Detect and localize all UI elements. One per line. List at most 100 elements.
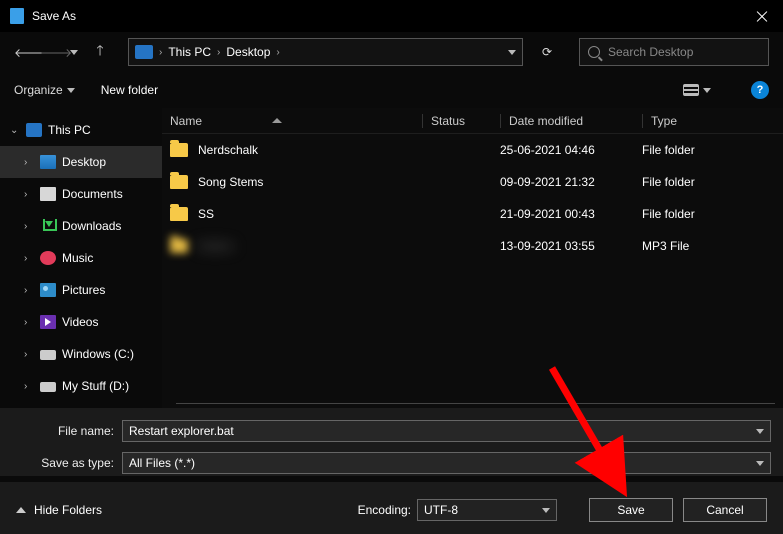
sidebar-item-videos[interactable]: › Videos	[0, 306, 162, 338]
forward-button[interactable]: 🡒	[40, 45, 56, 60]
file-name-input[interactable]: Restart explorer.bat	[122, 420, 771, 442]
table-row[interactable]: Song Stems 09-09-2021 21:32 File folder	[162, 166, 783, 198]
file-name-label: File name:	[12, 424, 122, 438]
column-header-status[interactable]: Status	[422, 114, 500, 128]
folder-icon	[170, 175, 188, 189]
footer: Hide Folders Encoding: UTF-8 Save Cancel	[0, 482, 783, 534]
save-button[interactable]: Save	[589, 498, 673, 522]
videos-icon	[40, 315, 56, 329]
list-view-icon	[683, 84, 699, 96]
chevron-down-icon[interactable]	[756, 461, 764, 466]
desktop-icon	[40, 155, 56, 169]
table-row[interactable]: SS 21-09-2021 00:43 File folder	[162, 198, 783, 230]
file-date: 21-09-2021 00:43	[500, 207, 642, 221]
chevron-right-icon[interactable]: ›	[24, 157, 34, 168]
chevron-right-icon[interactable]: ›	[24, 221, 34, 232]
window-title: Save As	[32, 9, 755, 23]
file-name: hidden	[198, 239, 422, 253]
drive-icon	[40, 350, 56, 360]
sidebar-item-documents[interactable]: › Documents	[0, 178, 162, 210]
chevron-right-icon[interactable]: ›	[24, 189, 34, 200]
encoding-label: Encoding:	[358, 503, 411, 517]
column-header-date[interactable]: Date modified	[500, 114, 642, 128]
view-options-button[interactable]	[683, 84, 711, 96]
hide-folders-label: Hide Folders	[34, 503, 102, 517]
refresh-button[interactable]: ⟳	[533, 45, 561, 59]
chevron-right-icon[interactable]: ›	[24, 349, 34, 360]
drive-icon	[40, 382, 56, 392]
file-type: File folder	[642, 143, 783, 157]
up-button[interactable]: 🡑	[92, 40, 108, 64]
hide-folders-button[interactable]: Hide Folders	[16, 503, 102, 517]
pc-icon	[26, 123, 42, 137]
sidebar-item-label: Documents	[62, 187, 123, 201]
divider	[176, 403, 775, 404]
document-icon	[40, 187, 56, 201]
sidebar-item-pictures[interactable]: › Pictures	[0, 274, 162, 306]
back-button[interactable]: 🡐	[14, 45, 30, 60]
save-as-type-value: All Files (*.*)	[129, 456, 195, 470]
save-as-type-label: Save as type:	[12, 456, 122, 470]
sidebar-item-music[interactable]: › Music	[0, 242, 162, 274]
column-header-name[interactable]: Name	[170, 114, 422, 128]
pc-icon	[135, 45, 153, 59]
file-name: Nerdschalk	[198, 143, 422, 157]
address-bar[interactable]: › This PC › Desktop ›	[128, 38, 523, 66]
sidebar-item-label: Pictures	[62, 283, 105, 297]
chevron-down-icon	[542, 508, 550, 513]
column-headers: Name Status Date modified Type	[162, 108, 783, 134]
breadcrumb-desktop[interactable]: Desktop	[226, 45, 270, 59]
file-name-value: Restart explorer.bat	[129, 424, 234, 438]
organize-label: Organize	[14, 83, 63, 97]
chevron-down-icon[interactable]	[508, 50, 516, 55]
file-type: MP3 File	[642, 239, 783, 253]
column-label: Name	[170, 114, 202, 128]
sidebar-item-label: Windows (C:)	[62, 347, 134, 361]
chevron-right-icon[interactable]: ›	[24, 285, 34, 296]
search-icon	[588, 46, 600, 58]
sidebar-item-drive-d[interactable]: › My Stuff (D:)	[0, 370, 162, 402]
chevron-down-icon[interactable]: ⌄	[10, 125, 20, 136]
close-icon[interactable]	[755, 9, 769, 23]
file-type: File folder	[642, 175, 783, 189]
folder-icon	[170, 143, 188, 157]
file-date: 09-09-2021 21:32	[500, 175, 642, 189]
sidebar-item-label: Videos	[62, 315, 98, 329]
file-pane: Name Status Date modified Type Nerdschal…	[162, 108, 783, 408]
dialog-body: ⌄ This PC › Desktop › Documents › Downlo…	[0, 108, 783, 408]
search-input[interactable]: Search Desktop	[579, 38, 769, 66]
download-icon	[40, 219, 56, 233]
chevron-right-icon[interactable]: ›	[24, 317, 34, 328]
table-row[interactable]: Nerdschalk 25-06-2021 04:46 File folder	[162, 134, 783, 166]
sidebar-item-downloads[interactable]: › Downloads	[0, 210, 162, 242]
sidebar-item-label: This PC	[48, 123, 91, 137]
nav-bar: 🡐 🡒 🡑 › This PC › Desktop › ⟳ Search Des…	[0, 32, 783, 72]
file-name: Song Stems	[198, 175, 422, 189]
recent-locations-button[interactable]	[66, 45, 82, 59]
help-button[interactable]: ?	[751, 81, 769, 99]
chevron-down-icon[interactable]	[756, 429, 764, 434]
table-row[interactable]: hidden 13-09-2021 03:55 MP3 File	[162, 230, 783, 262]
encoding-value: UTF-8	[424, 503, 458, 517]
sidebar-item-label: Downloads	[62, 219, 121, 233]
chevron-right-icon[interactable]: ›	[24, 381, 34, 392]
sidebar-item-desktop[interactable]: › Desktop	[0, 146, 162, 178]
chevron-up-icon	[16, 507, 26, 513]
file-date: 25-06-2021 04:46	[500, 143, 642, 157]
chevron-down-icon	[703, 88, 711, 93]
breadcrumb-this-pc[interactable]: This PC	[168, 45, 211, 59]
sort-ascending-icon	[272, 118, 282, 123]
cancel-button[interactable]: Cancel	[683, 498, 767, 522]
column-header-type[interactable]: Type	[642, 114, 783, 128]
save-as-type-select[interactable]: All Files (*.*)	[122, 452, 771, 474]
organize-button[interactable]: Organize	[14, 83, 75, 97]
sidebar-item-this-pc[interactable]: ⌄ This PC	[0, 114, 162, 146]
new-folder-button[interactable]: New folder	[101, 83, 158, 97]
file-date: 13-09-2021 03:55	[500, 239, 642, 253]
file-type: File folder	[642, 207, 783, 221]
chevron-right-icon[interactable]: ›	[24, 253, 34, 264]
music-icon	[40, 251, 56, 265]
sidebar-item-drive-c[interactable]: › Windows (C:)	[0, 338, 162, 370]
encoding-select[interactable]: UTF-8	[417, 499, 557, 521]
sidebar-item-label: Desktop	[62, 155, 106, 169]
